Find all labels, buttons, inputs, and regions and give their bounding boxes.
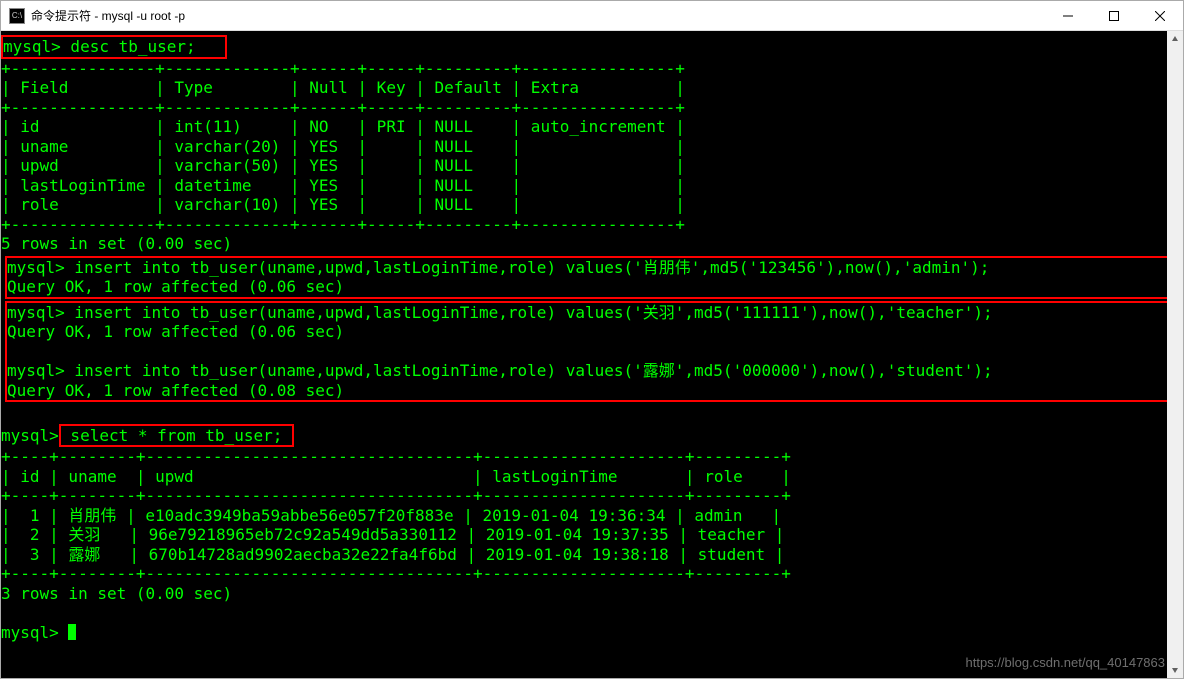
- table-border: +----+--------+-------------------------…: [1, 486, 791, 505]
- maximize-button[interactable]: [1091, 1, 1137, 30]
- highlight-insert-2-3: mysql> insert into tb_user(uname,upwd,la…: [5, 301, 1179, 403]
- table-border: +---------------+-------------+------+--…: [1, 59, 685, 78]
- table-row: | 2 | 关羽 | 96e79218965eb72c92a549dd5a330…: [1, 525, 784, 544]
- minimize-button[interactable]: [1045, 1, 1091, 30]
- sql-desc-command: desc tb_user;: [61, 37, 196, 56]
- prompt: mysql>: [3, 37, 61, 56]
- highlight-insert-1: mysql> insert into tb_user(uname,upwd,la…: [5, 256, 1179, 299]
- query-result: Query OK, 1 row affected (0.06 sec): [7, 322, 344, 341]
- command-prompt-window: C:\ 命令提示符 - mysql -u root -p mysql> desc…: [0, 0, 1184, 679]
- scroll-up-button[interactable]: [1167, 31, 1183, 47]
- table-row: | 3 | 露娜 | 670b14728ad9902aecba32e22fa4f…: [1, 545, 784, 564]
- table-row: | role | varchar(10) | YES | | NULL | |: [1, 195, 685, 214]
- sql-insert-command: mysql> insert into tb_user(uname,upwd,la…: [7, 303, 993, 322]
- table-row: | uname | varchar(20) | YES | | NULL | |: [1, 137, 685, 156]
- table-row: | id | int(11) | NO | PRI | NULL | auto_…: [1, 117, 685, 136]
- cursor: [68, 624, 76, 640]
- prompt: mysql>: [1, 426, 59, 445]
- sql-insert-command: mysql> insert into tb_user(uname,upwd,la…: [7, 258, 989, 277]
- table-row: | upwd | varchar(50) | YES | | NULL | |: [1, 156, 685, 175]
- watermark: https://blog.csdn.net/qq_40147863: [966, 655, 1166, 670]
- close-button[interactable]: [1137, 1, 1183, 30]
- sql-insert-command: mysql> insert into tb_user(uname,upwd,la…: [7, 361, 993, 380]
- query-result: Query OK, 1 row affected (0.08 sec): [7, 381, 344, 400]
- table-row: | 1 | 肖朋伟 | e10adc3949ba59abbe56e057f20f…: [1, 506, 781, 525]
- table-header: | Field | Type | Null | Key | Default | …: [1, 78, 685, 97]
- table-header: | id | uname | upwd | lastLoginTime | ro…: [1, 467, 791, 486]
- window-controls: [1045, 1, 1183, 30]
- terminal-output[interactable]: mysql> desc tb_user; +---------------+--…: [1, 35, 1183, 642]
- titlebar: C:\ 命令提示符 - mysql -u root -p: [1, 1, 1183, 31]
- app-icon-text: C:\: [12, 11, 22, 20]
- prompt: mysql>: [1, 623, 59, 642]
- scroll-down-button[interactable]: [1167, 662, 1183, 678]
- highlight-desc-cmd: mysql> desc tb_user;: [1, 35, 227, 59]
- vertical-scrollbar[interactable]: [1167, 31, 1183, 678]
- window-title: 命令提示符 - mysql -u root -p: [31, 7, 185, 24]
- query-result: Query OK, 1 row affected (0.06 sec): [7, 277, 344, 296]
- table-border: +---------------+-------------+------+--…: [1, 215, 685, 234]
- app-icon: C:\: [9, 8, 25, 24]
- sql-select-command: select * from tb_user;: [61, 426, 283, 445]
- table-border: +----+--------+-------------------------…: [1, 564, 791, 583]
- table-row: | lastLoginTime | datetime | YES | | NUL…: [1, 176, 685, 195]
- result-summary: 3 rows in set (0.00 sec): [1, 584, 232, 603]
- result-summary: 5 rows in set (0.00 sec): [1, 234, 232, 253]
- table-border: +---------------+-------------+------+--…: [1, 98, 685, 117]
- table-border: +----+--------+-------------------------…: [1, 447, 791, 466]
- highlight-select-cmd: select * from tb_user;: [59, 424, 294, 448]
